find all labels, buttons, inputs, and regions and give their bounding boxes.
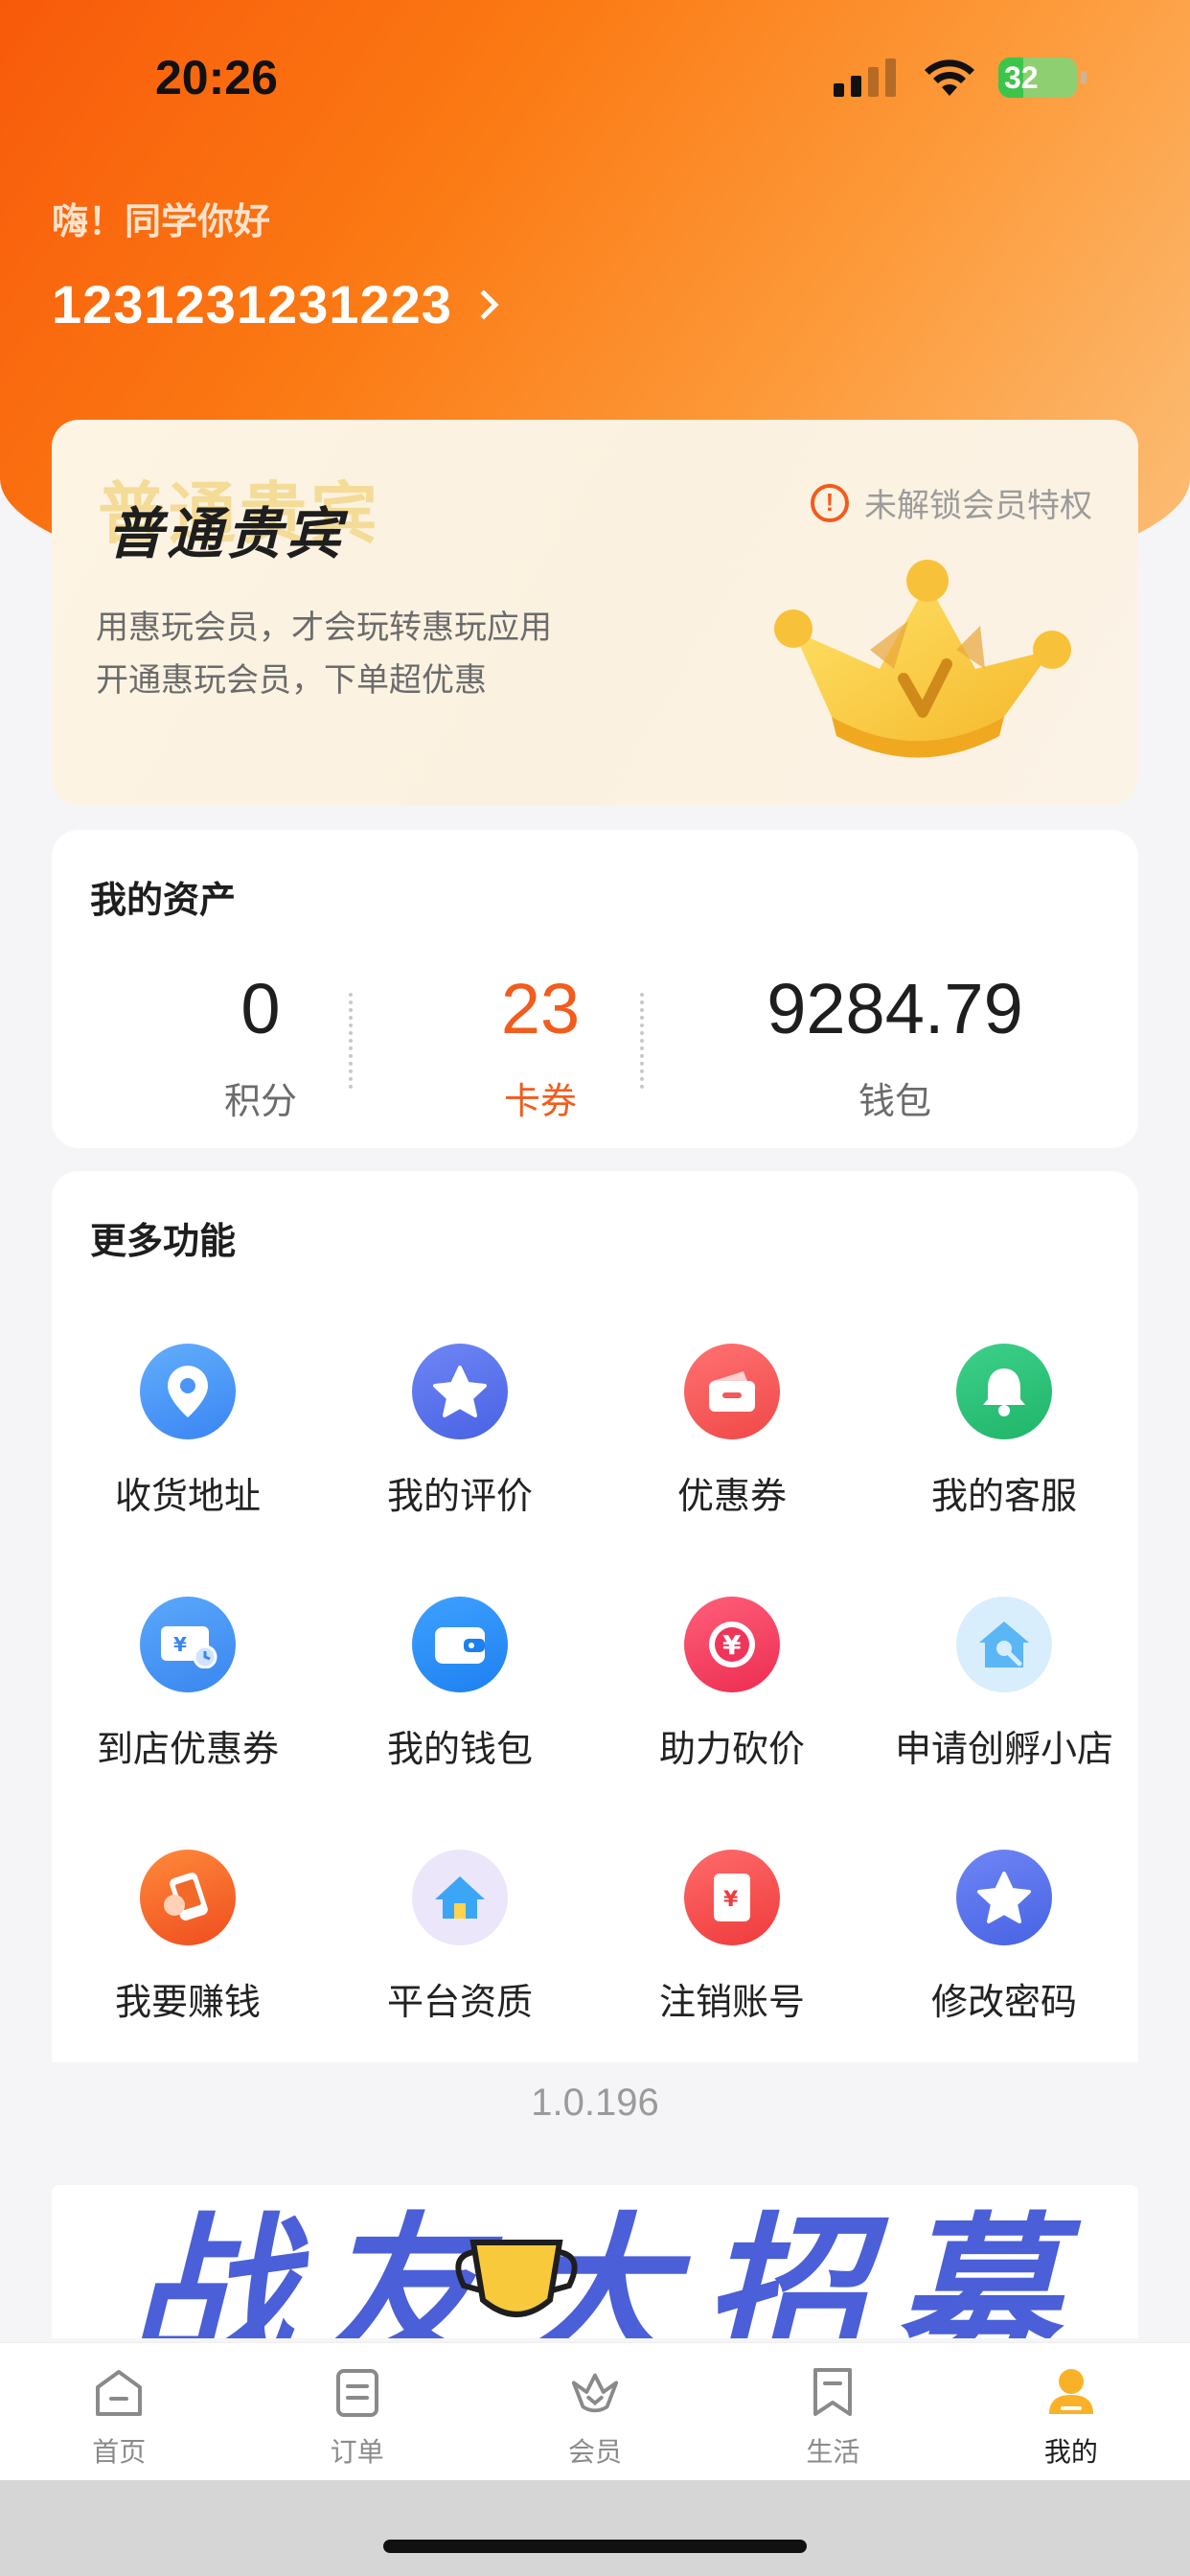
- assets-title: 我的资产: [90, 879, 237, 921]
- status-icons: 32: [834, 58, 1087, 98]
- tab-label: 生活: [806, 2436, 860, 2468]
- feature-address[interactable]: 收货地址: [52, 1344, 324, 1519]
- wifi-icon: [925, 59, 974, 96]
- user-id-link[interactable]: 1231231231223: [52, 273, 499, 335]
- feature-label: 我的评价: [386, 1475, 533, 1517]
- feature-label: 申请创孵小店: [894, 1728, 1113, 1770]
- crown-tab-icon: [568, 2366, 622, 2420]
- feature-wallet[interactable]: 我的钱包: [324, 1597, 596, 1772]
- tab-label: 订单: [330, 2436, 384, 2468]
- feature-label: 我要赚钱: [114, 1981, 261, 2023]
- home-indicator-area: [0, 2480, 1190, 2576]
- store-coupon-icon: ¥: [140, 1597, 236, 1692]
- red-envelope-icon: ¥: [684, 1850, 780, 1945]
- feature-coupons[interactable]: 优惠券: [596, 1344, 868, 1519]
- asset-wallet-label: 钱包: [858, 1080, 931, 1122]
- battery-text: 32: [1004, 59, 1039, 95]
- asset-points-label: 积分: [223, 1080, 297, 1122]
- star-icon: [412, 1344, 508, 1439]
- promo-banner[interactable]: 战友大招募: [52, 2185, 1138, 2338]
- asset-coupons-value: 23: [500, 969, 581, 1048]
- feature-store-coupons[interactable]: ¥ 到店优惠券: [52, 1597, 324, 1772]
- feature-earn-money[interactable]: 我要赚钱: [52, 1850, 324, 2025]
- bookmark-tab-icon: [806, 2366, 859, 2420]
- feature-label: 我的客服: [930, 1475, 1077, 1517]
- user-id: 1231231231223: [52, 274, 452, 334]
- star-icon: [956, 1850, 1052, 1945]
- feature-label: 修改密码: [930, 1981, 1077, 2023]
- feature-label: 注销账号: [658, 1981, 805, 2023]
- assets-card: 我的资产 0 积分 23 卡券 9284.79 钱包: [52, 830, 1138, 1148]
- phone-money-icon: [140, 1850, 236, 1945]
- home-tab-icon: [92, 2366, 146, 2420]
- tab-bar: 首页 订单 会员 生活 我的: [0, 2342, 1190, 2480]
- tab-orders[interactable]: 订单: [238, 2343, 475, 2480]
- asset-coupons-label: 卡券: [503, 1080, 577, 1122]
- signal-icon: [834, 58, 896, 97]
- tab-member[interactable]: 会员: [476, 2343, 714, 2480]
- vip-lock-text: 未解锁会员特权: [864, 487, 1092, 525]
- app-version: 1.0.196: [531, 2082, 659, 2124]
- divider: [640, 993, 644, 1089]
- order-tab-icon: [331, 2366, 384, 2420]
- feature-bargain[interactable]: ¥ 助力砍价: [596, 1597, 868, 1772]
- feature-change-password[interactable]: 修改密码: [868, 1850, 1140, 2025]
- feature-reviews[interactable]: 我的评价: [324, 1344, 596, 1519]
- vip-desc-line1: 用惠玩会员，才会玩转惠玩应用: [96, 609, 552, 647]
- home-indicator[interactable]: [383, 2540, 807, 2553]
- svg-text:¥: ¥: [722, 1629, 742, 1661]
- battery-indicator: 32: [998, 58, 1077, 98]
- coupon-icon: [684, 1344, 780, 1439]
- vip-desc-line2: 开通惠玩会员，下单超优惠: [96, 661, 487, 700]
- home-icon: [412, 1850, 508, 1945]
- asset-wallet-value: 9284.79: [767, 969, 1023, 1048]
- tab-home[interactable]: 首页: [0, 2343, 238, 2480]
- svg-text:¥: ¥: [173, 1633, 187, 1656]
- divider: [349, 993, 353, 1089]
- feature-delete-account[interactable]: ¥ 注销账号: [596, 1850, 868, 2025]
- vip-description: 用惠玩会员，才会玩转惠玩应用 开通惠玩会员，下单超优惠: [96, 602, 552, 707]
- asset-wallet[interactable]: 9284.79 钱包: [722, 974, 1067, 1124]
- vip-lock-status[interactable]: ! 未解锁会员特权: [811, 479, 1092, 526]
- vip-title: 普通贵宾: [107, 501, 346, 566]
- asset-points-value: 0: [240, 969, 281, 1048]
- svg-text:¥: ¥: [723, 1888, 739, 1912]
- tab-mine[interactable]: 我的: [952, 2343, 1190, 2480]
- asset-points[interactable]: 0 积分: [136, 974, 385, 1124]
- feature-platform-qualification[interactable]: 平台资质: [324, 1850, 596, 2025]
- bell-icon: [956, 1344, 1052, 1439]
- features-card: 更多功能 收货地址 我的评价 优惠券 我的客服 ¥ 到店优惠券 我的钱包 ¥ 助…: [52, 1171, 1138, 2062]
- profile-tab-icon: [1044, 2366, 1098, 2420]
- crown-icon: [774, 560, 1071, 758]
- location-pin-icon: [140, 1344, 236, 1439]
- feature-label: 我的钱包: [386, 1728, 533, 1770]
- tab-label: 会员: [568, 2436, 623, 2468]
- asset-coupons[interactable]: 23 卡券: [416, 974, 665, 1124]
- shop-icon: [956, 1597, 1052, 1692]
- feature-open-shop[interactable]: 申请创孵小店: [868, 1597, 1140, 1772]
- battery-tip: [1081, 71, 1087, 84]
- tab-life[interactable]: 生活: [714, 2343, 951, 2480]
- banner-text: 战友大招募: [128, 2198, 1087, 2338]
- feature-label: 平台资质: [386, 1981, 533, 2023]
- feature-label: 助力砍价: [658, 1728, 805, 1770]
- chevron-right-icon: [469, 288, 499, 320]
- feature-support[interactable]: 我的客服: [868, 1344, 1140, 1519]
- feature-label: 优惠券: [676, 1475, 787, 1517]
- wallet-icon: [412, 1597, 508, 1692]
- tab-label: 我的: [1043, 2436, 1098, 2468]
- feature-label: 到店优惠券: [96, 1728, 279, 1770]
- tab-label: 首页: [92, 2436, 147, 2468]
- yuan-icon: ¥: [684, 1597, 780, 1692]
- feature-label: 收货地址: [114, 1475, 261, 1517]
- vip-card[interactable]: 普通贵宾 普通贵宾 ! 未解锁会员特权 用惠玩会员，才会玩转惠玩应用 开通惠玩会…: [52, 420, 1138, 805]
- greeting-text: 嗨！同学你好: [52, 200, 271, 242]
- features-title: 更多功能: [90, 1220, 237, 1262]
- trophy-icon: [455, 2240, 578, 2317]
- warning-icon: !: [811, 483, 849, 522]
- status-bar: 20:26 32: [0, 0, 1190, 163]
- status-time: 20:26: [155, 51, 278, 104]
